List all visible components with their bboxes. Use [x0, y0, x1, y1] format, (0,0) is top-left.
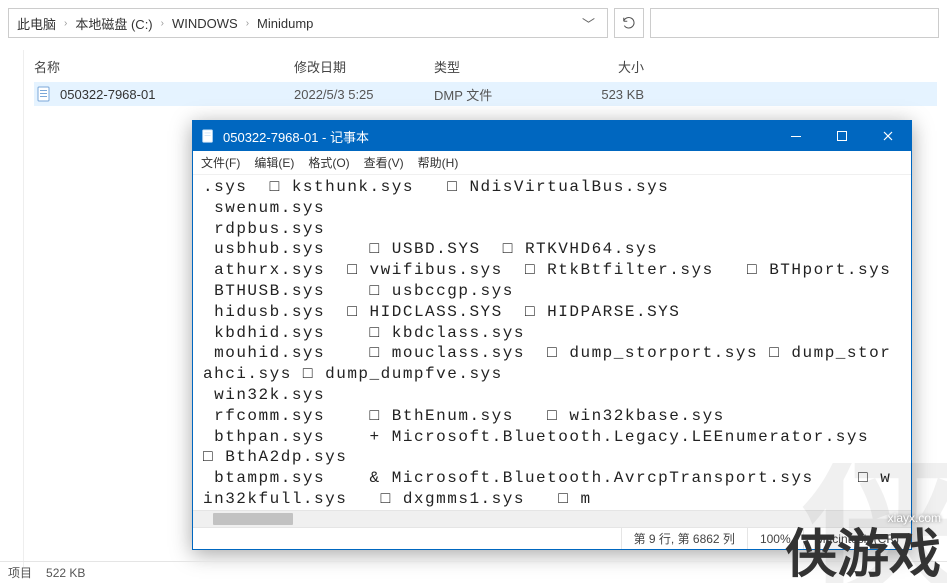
- menu-format[interactable]: 格式(O): [308, 154, 349, 171]
- col-size[interactable]: 大小: [554, 57, 644, 76]
- crumb-minidump[interactable]: Minidump: [255, 16, 315, 31]
- minimize-button[interactable]: [773, 121, 819, 151]
- nav-panel-edge: [0, 50, 24, 567]
- menu-bar: 文件(F) 编辑(E) 格式(O) 查看(V) 帮助(H): [193, 151, 911, 175]
- col-name[interactable]: 名称: [34, 57, 294, 76]
- file-row[interactable]: 050322-7968-01 2022/5/3 5:25 DMP 文件 523 …: [34, 82, 937, 106]
- horizontal-scrollbar[interactable]: [193, 510, 911, 527]
- notepad-window: 050322-7968-01 - 记事本 文件(F) 编辑(E) 格式(O) 查…: [192, 120, 912, 550]
- file-icon: [34, 85, 54, 103]
- crumb-windows[interactable]: WINDOWS: [170, 16, 240, 31]
- menu-view[interactable]: 查看(V): [364, 154, 404, 171]
- crumb-drive[interactable]: 本地磁盘 (C:): [73, 14, 154, 33]
- chevron-right-icon: ›: [155, 18, 170, 29]
- crumb-pc[interactable]: 此电脑: [15, 14, 58, 33]
- search-input[interactable]: [650, 8, 939, 38]
- window-title: 050322-7968-01 - 记事本: [223, 127, 369, 146]
- explorer-statusbar: 项目 522 KB: [0, 561, 947, 583]
- chevron-right-icon: ›: [240, 18, 255, 29]
- menu-help[interactable]: 帮助(H): [418, 154, 459, 171]
- col-type[interactable]: 类型: [434, 57, 554, 76]
- chevron-down-icon[interactable]: ﹀: [576, 14, 601, 33]
- address-bar[interactable]: 此电脑 › 本地磁盘 (C:) › WINDOWS › Minidump ﹀: [8, 8, 608, 38]
- notepad-icon: [201, 129, 215, 143]
- file-date: 2022/5/3 5:25: [294, 87, 434, 102]
- text-area[interactable]: .sys □ ksthunk.sys □ NdisVirtualBus.sys …: [193, 175, 911, 510]
- close-button[interactable]: [865, 121, 911, 151]
- maximize-button[interactable]: [819, 121, 865, 151]
- zoom-level: 100%: [747, 528, 803, 549]
- encoding: Macintosh (CR): [803, 528, 911, 549]
- file-type: DMP 文件: [434, 85, 554, 104]
- notepad-statusbar: 第 9 行, 第 6862 列 100% Macintosh (CR): [193, 527, 911, 549]
- refresh-button[interactable]: [614, 8, 644, 38]
- cursor-position: 第 9 行, 第 6862 列: [621, 528, 747, 549]
- file-name: 050322-7968-01: [60, 87, 294, 102]
- status-items: 项目: [8, 564, 32, 581]
- file-size: 523 KB: [554, 87, 644, 102]
- titlebar[interactable]: 050322-7968-01 - 记事本: [193, 121, 911, 151]
- status-size: 522 KB: [46, 566, 85, 580]
- col-date[interactable]: 修改日期: [294, 57, 434, 76]
- menu-edit[interactable]: 编辑(E): [254, 154, 294, 171]
- column-headers: 名称 修改日期 类型 大小: [34, 50, 937, 82]
- chevron-right-icon: ›: [58, 18, 73, 29]
- menu-file[interactable]: 文件(F): [201, 154, 240, 171]
